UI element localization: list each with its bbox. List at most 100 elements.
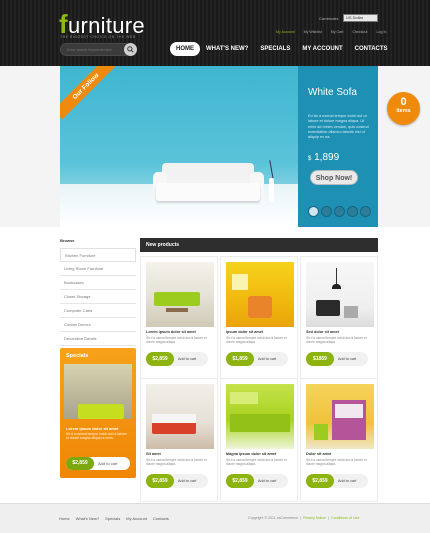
toplink-cart[interactable]: My Cart: [331, 30, 344, 34]
footer-link-home[interactable]: Home: [59, 516, 70, 521]
product-name[interactable]: Sed dolor sit amet: [306, 330, 376, 334]
add-to-cart-button[interactable]: Add to cart: [258, 352, 276, 366]
footer-link-whats-new[interactable]: What's New?: [76, 516, 99, 521]
specials-price-bar: $2,859 Add to cart: [66, 457, 130, 470]
sidebar-title: Browse: [60, 238, 75, 243]
nav-home[interactable]: HOME: [170, 42, 200, 56]
price-bar: $2,859 Add to cart: [146, 474, 208, 488]
toplink-account[interactable]: My Account: [276, 30, 295, 34]
footer-link-contacts[interactable]: Contacts: [153, 516, 169, 521]
price-bar: $2,859 Add to cart: [226, 474, 288, 488]
category-item[interactable]: Bookcases: [60, 276, 136, 290]
banner-price: $ 1,899: [308, 152, 340, 163]
category-item[interactable]: Kitchen Furniture: [60, 248, 136, 262]
slider-dot[interactable]: [308, 206, 319, 217]
conditions-link[interactable]: Conditions of Use: [331, 516, 359, 520]
add-to-cart-button[interactable]: Add to cart: [338, 474, 356, 488]
toplink-checkout[interactable]: Checkout: [352, 30, 367, 34]
product-card: Ipsum dolor sit amet Sit d a usmod tempo…: [220, 256, 298, 380]
product-description: Sit d a usmod tempor incidi dut ut labor…: [226, 458, 287, 467]
product-description: Sit d a usmod tempor incidi dut ut labor…: [146, 336, 207, 345]
product-price: $2,859: [146, 352, 174, 366]
category-item[interactable]: Living Room Furniture: [60, 262, 136, 276]
banner-image: [60, 66, 298, 227]
product-name[interactable]: Magna ipsum dolor sit amet: [226, 452, 296, 456]
specials-add-to-cart[interactable]: Add to cart: [98, 457, 117, 470]
tagline: THE BIGGEST CHOICE ON THE WEB: [60, 35, 136, 39]
specials-box: Specials Lorem ipsum dolor sit amet Sit …: [60, 348, 136, 478]
new-products-title: New products: [140, 238, 378, 252]
main-nav: HOME WHAT'S NEW? SPECIALS MY ACCOUNT CON…: [170, 42, 394, 56]
product-price: $1,859: [226, 352, 254, 366]
cart-label: items: [396, 108, 411, 114]
copyright-text: Copyright © 2011 osCommerce: [248, 516, 299, 520]
product-description: Sit d a usmod tempor incidi dut ut labor…: [226, 336, 287, 345]
search-input[interactable]: [60, 43, 132, 56]
product-image[interactable]: [226, 384, 294, 449]
slider-dot[interactable]: [321, 206, 332, 217]
product-price: $2,859: [146, 474, 174, 488]
category-item[interactable]: Curtain Decors: [60, 318, 136, 332]
product-image[interactable]: [226, 262, 294, 327]
banner-title: White Sofa: [308, 87, 357, 98]
category-item[interactable]: Decorative Details: [60, 332, 136, 346]
category-item[interactable]: Closet Storage: [60, 290, 136, 304]
specials-image[interactable]: [64, 364, 132, 419]
price-bar: $2,859 Add to cart: [306, 474, 368, 488]
product-price: $1859: [306, 352, 334, 366]
product-description: Sit d a usmod tempor incidi dut ut labor…: [306, 336, 367, 345]
slider-dots: [308, 206, 371, 217]
currency-select[interactable]: US Dollar: [343, 14, 378, 22]
nav-specials[interactable]: SPECIALS: [254, 42, 296, 56]
top-links: My Account My Wishlist My Cart Checkout …: [276, 30, 387, 34]
product-card: Sit amet Sit d a usmod tempor incidi dut…: [140, 378, 218, 502]
nav-contacts[interactable]: CONTACTS: [349, 42, 394, 56]
product-image[interactable]: [146, 262, 214, 327]
header: furniture THE BIGGEST CHOICE ON THE WEB …: [0, 0, 430, 66]
product-card: Sed dolor sit amet Sit d a usmod tempor …: [300, 256, 378, 380]
price-bar: $1,859 Add to cart: [226, 352, 288, 366]
product-image[interactable]: [146, 384, 214, 449]
slider-dot[interactable]: [347, 206, 358, 217]
privacy-link[interactable]: Privacy Notice: [303, 516, 326, 520]
add-to-cart-button[interactable]: Add to cart: [178, 352, 196, 366]
product-description: Sit d a usmod tempor incidi dut ut labor…: [146, 458, 207, 467]
hero-banner[interactable]: Our Follow White Sofa Ed do a usmod temp…: [60, 66, 378, 227]
product-name[interactable]: Dolor sit amet: [306, 452, 376, 456]
footer: Home What's New? Specials My Account Con…: [0, 503, 430, 533]
category-list: Kitchen Furniture Living Room Furniture …: [60, 248, 136, 346]
banner-panel: White Sofa Ed do a usmod tempor incidi d…: [298, 66, 378, 227]
search-icon: [127, 46, 134, 53]
add-to-cart-button[interactable]: Add to cart: [178, 474, 196, 488]
slider-dot[interactable]: [334, 206, 345, 217]
toplink-login[interactable]: Log In: [377, 30, 387, 34]
product-image[interactable]: [306, 262, 374, 327]
search-button[interactable]: [124, 43, 137, 56]
specials-name[interactable]: Lorem ipsum dolor sit amet: [66, 426, 118, 431]
shop-now-button[interactable]: Shop Now!: [310, 170, 358, 185]
add-to-cart-button[interactable]: Add to cart: [258, 474, 276, 488]
product-image[interactable]: [306, 384, 374, 449]
add-to-cart-button[interactable]: Add to cart: [338, 352, 356, 366]
product-name[interactable]: Ipsum dolor sit amet: [226, 330, 296, 334]
product-card: Dolor sit amet Sit d a usmod tempor inci…: [300, 378, 378, 502]
price-bar: $1859 Add to cart: [306, 352, 368, 366]
toplink-wishlist[interactable]: My Wishlist: [304, 30, 322, 34]
cart-badge[interactable]: 0 items: [387, 92, 420, 125]
currency-label: Currencies: [319, 16, 339, 21]
category-item[interactable]: Computer Carts: [60, 304, 136, 318]
product-name[interactable]: Sit amet: [146, 452, 216, 456]
product-description: Sit d a usmod tempor incidi dut ut labor…: [306, 458, 367, 467]
product-name[interactable]: Lorem ipsum dolor sit amet: [146, 330, 216, 334]
footer-link-my-account[interactable]: My Account: [126, 516, 147, 521]
banner-description: Ed do a usmod tempor incidi dut ut labor…: [308, 114, 369, 140]
product-price: $2,859: [226, 474, 254, 488]
product-card: Magna ipsum dolor sit amet Sit d a usmod…: [220, 378, 298, 502]
nav-whats-new[interactable]: WHAT'S NEW?: [200, 42, 254, 56]
copyright: Copyright © 2011 osCommerce | Privacy No…: [248, 516, 360, 520]
footer-link-specials[interactable]: Specials: [105, 516, 120, 521]
product-price: $2,859: [306, 474, 334, 488]
slider-dot[interactable]: [360, 206, 371, 217]
nav-my-account[interactable]: MY ACCOUNT: [296, 42, 348, 56]
product-card: Lorem ipsum dolor sit amet Sit d a usmod…: [140, 256, 218, 380]
